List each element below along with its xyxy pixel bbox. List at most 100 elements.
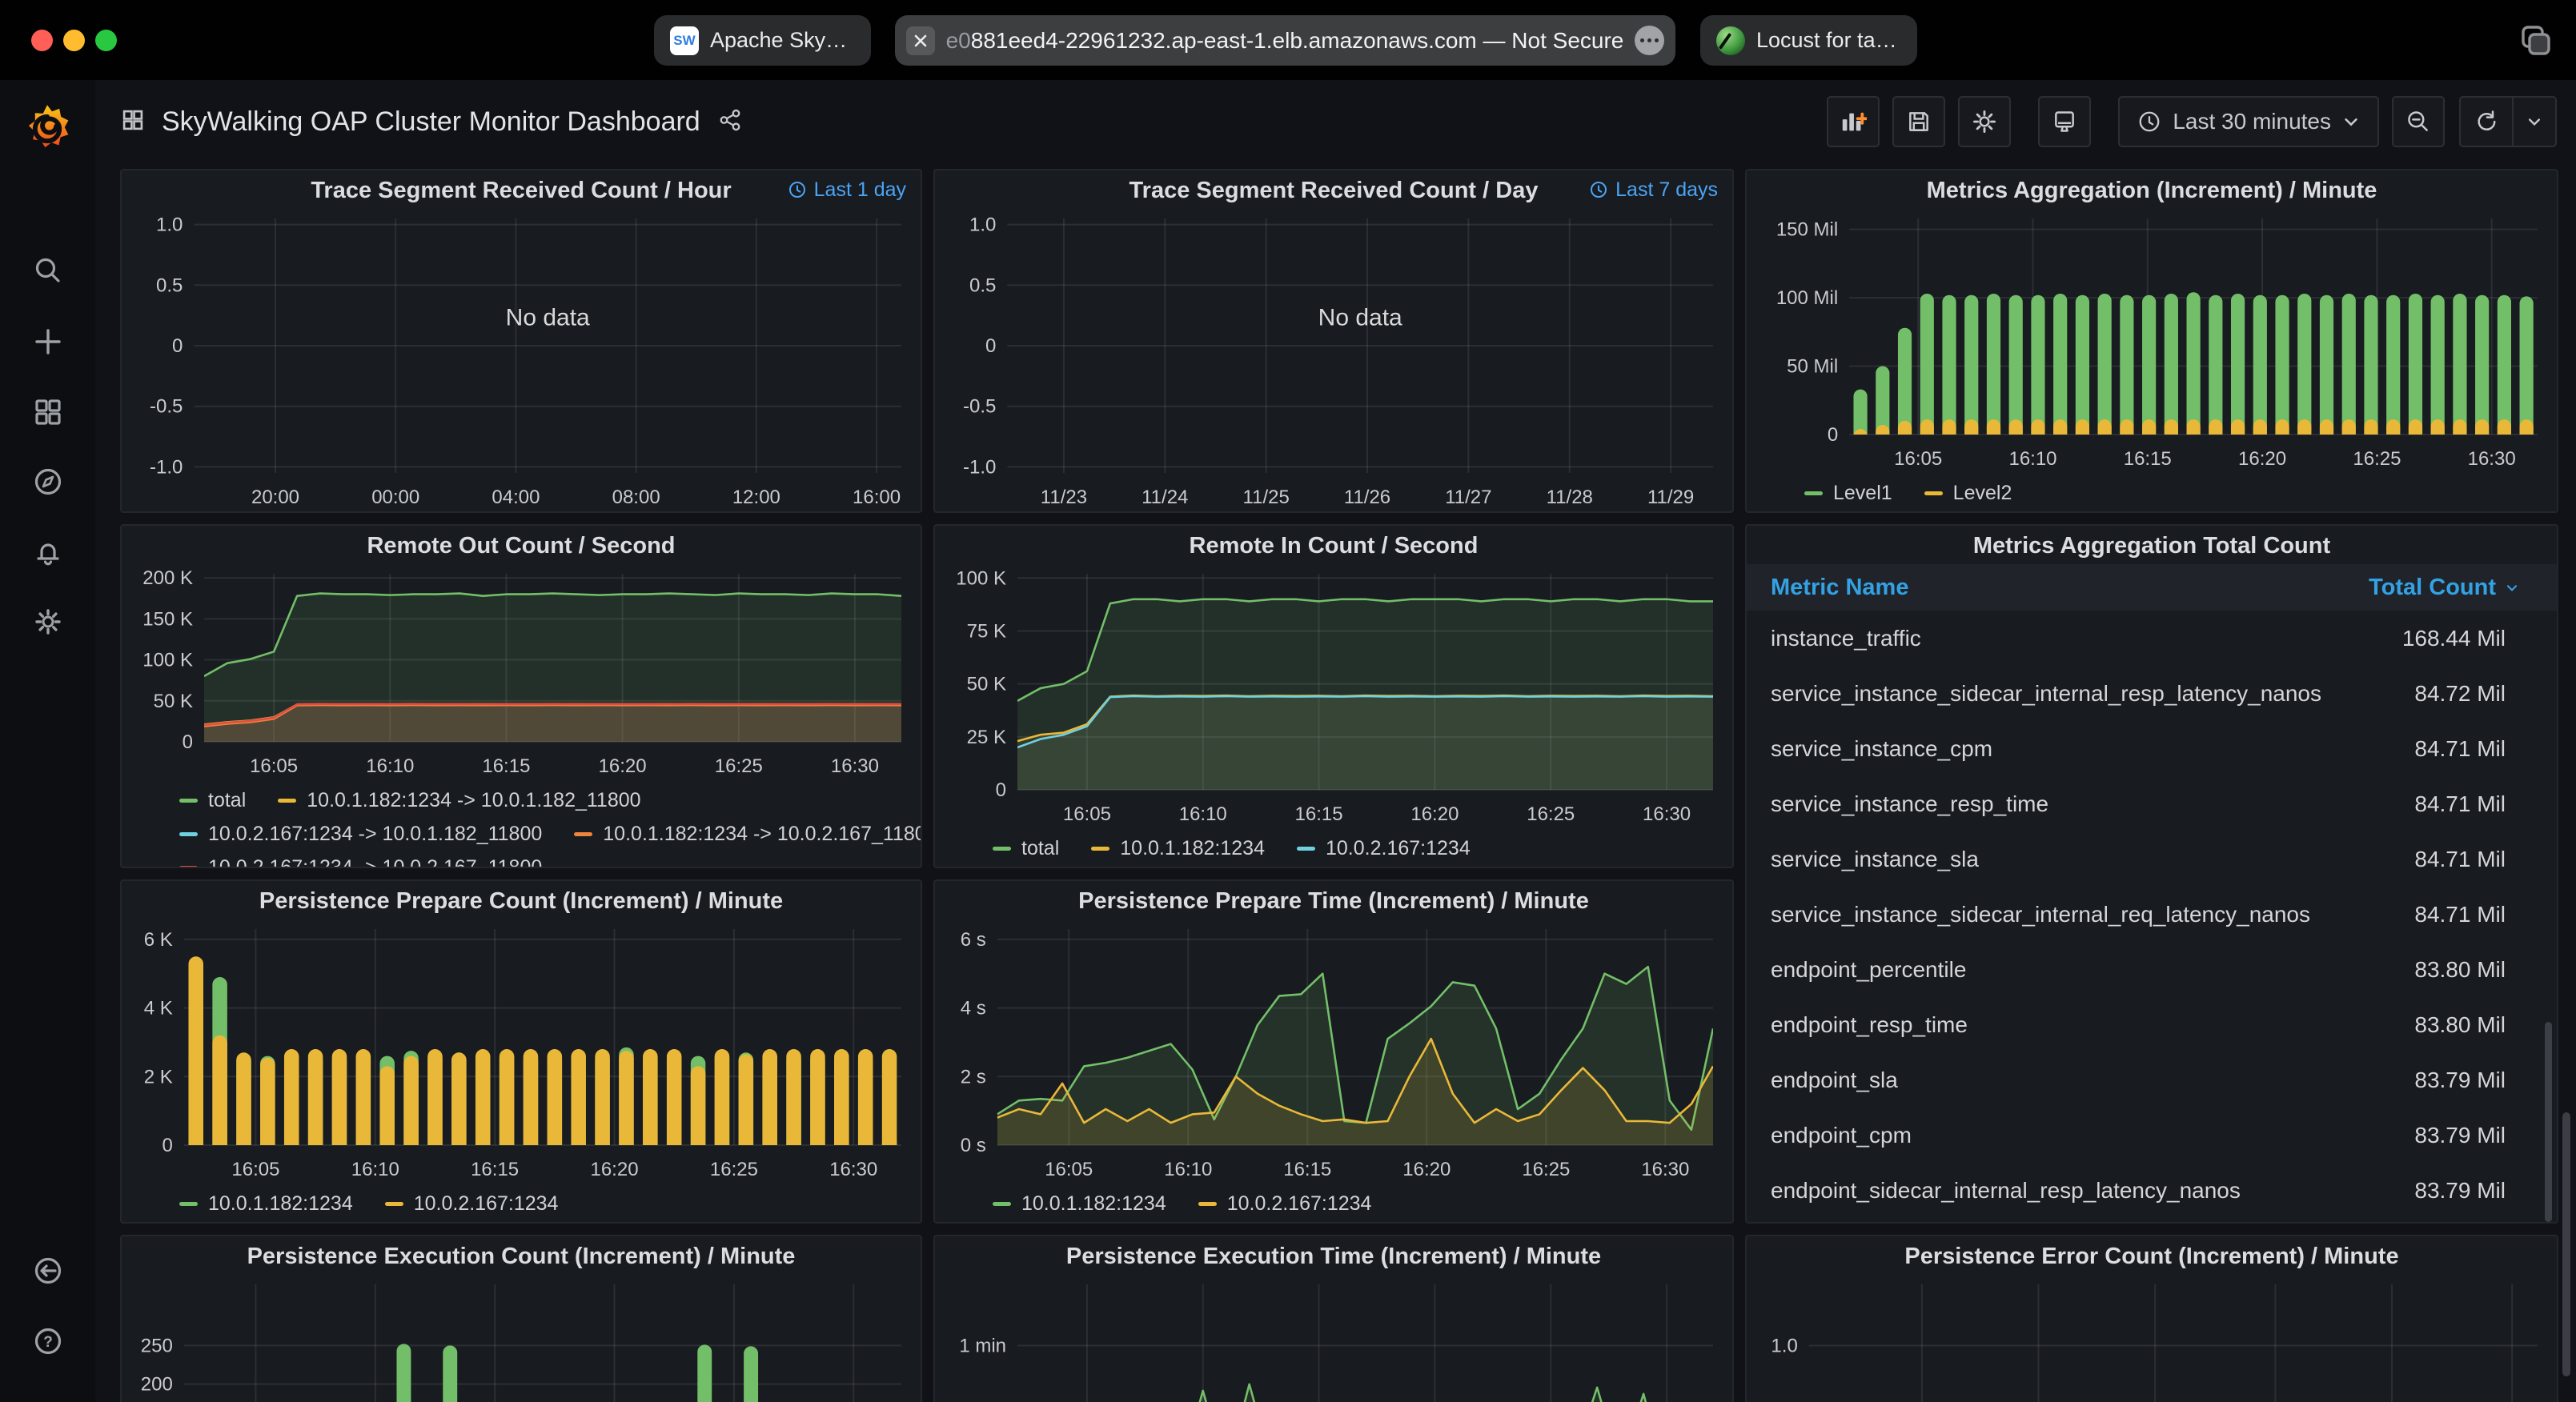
refresh-dashboard-button[interactable] bbox=[2461, 98, 2512, 146]
tab-active-dashboard[interactable]: e0881eed4-22961232.ap-east-1.elb.amazona… bbox=[895, 15, 1675, 66]
chart-legend: 10.0.1.182:1234 10.0.2.167:1234 bbox=[993, 1187, 1723, 1220]
panel-title[interactable]: Trace Segment Received Count / Hour Last… bbox=[122, 170, 921, 209]
legend-series-color bbox=[385, 1202, 403, 1206]
tab-locust[interactable]: Locust for tasks.py bbox=[1700, 15, 1917, 66]
legend-item[interactable]: Level1 bbox=[1804, 482, 1892, 505]
panel-metrics-aggregation: Metrics Aggregation (Increment) / Minute… bbox=[1745, 169, 2558, 513]
legend-item[interactable]: Level2 bbox=[1924, 482, 2012, 505]
sign-in-icon[interactable] bbox=[0, 1236, 95, 1306]
panel-title[interactable]: Remote In Count / Second bbox=[935, 526, 1732, 564]
panel-title[interactable]: Persistence Prepare Count (Increment) / … bbox=[122, 881, 921, 919]
alerting-bell-icon[interactable] bbox=[0, 517, 95, 587]
refresh-button-group bbox=[2459, 96, 2557, 147]
svg-text:16:30: 16:30 bbox=[2468, 448, 2516, 470]
bar-chart[interactable]: 16:0516:1016:1516:2016:2516:306 K4 K2 K0 bbox=[126, 919, 916, 1184]
time-series-chart[interactable]: 20:0000:0004:0008:0012:0016:001.00.50-0.… bbox=[126, 209, 916, 511]
grafana-logo[interactable] bbox=[21, 102, 74, 155]
panel-title[interactable]: Trace Segment Received Count / Day Last … bbox=[935, 170, 1732, 209]
legend-item[interactable]: 10.0.2.167:1234 bbox=[1198, 1192, 1372, 1216]
legend-item[interactable]: 10.0.2.167:1234 -> 10.0.2.167_11800 bbox=[179, 856, 542, 869]
legend-item[interactable]: 10.0.2.167:1234 bbox=[1297, 837, 1471, 860]
panel-title[interactable]: Remote Out Count / Second bbox=[122, 526, 921, 564]
tab-options-icon[interactable] bbox=[1635, 26, 1664, 55]
legend-item[interactable]: 10.0.2.167:1234 -> 10.0.1.182_11800 bbox=[179, 823, 542, 846]
explore-icon[interactable] bbox=[0, 447, 95, 517]
column-header-metric-name[interactable]: Metric Name bbox=[1747, 575, 1908, 601]
legend-item[interactable]: 10.0.1.182:1234 bbox=[179, 1192, 353, 1216]
time-series-chart[interactable]: 1 min40 s bbox=[940, 1275, 1727, 1402]
tab-apache-skywalking[interactable]: SW Apache SkyWalki... bbox=[654, 15, 871, 66]
table-row: endpoint_sla83.79 Mil bbox=[1747, 1052, 2557, 1108]
panel-title[interactable]: Persistence Prepare Time (Increment) / M… bbox=[935, 881, 1732, 919]
panel-title[interactable]: Persistence Error Count (Increment) / Mi… bbox=[1747, 1236, 2557, 1275]
locust-favicon bbox=[1716, 26, 1745, 55]
bar-chart[interactable]: 250200 bbox=[126, 1275, 916, 1402]
configuration-gear-icon[interactable] bbox=[0, 587, 95, 657]
legend-item[interactable]: 10.0.1.182:1234 -> 10.0.1.182_11800 bbox=[278, 789, 640, 812]
dashboard-title[interactable]: SkyWalking OAP Cluster Monitor Dashboard bbox=[162, 106, 700, 138]
legend-series-label: 10.0.1.182:1234 -> 10.0.1.182_11800 bbox=[307, 789, 640, 812]
time-series-chart[interactable]: 16:0516:1016:1516:2016:2516:306 s4 s2 s0… bbox=[940, 919, 1727, 1184]
search-icon[interactable] bbox=[0, 235, 95, 306]
svg-text:16:25: 16:25 bbox=[2353, 448, 2401, 470]
table-row: service_instance_cpm84.71 Mil bbox=[1747, 721, 2557, 776]
panel-title[interactable]: Metrics Aggregation Total Count bbox=[1747, 526, 2557, 564]
legend-item[interactable]: total bbox=[993, 837, 1059, 860]
table-row: service_instance_sidecar_internal_req_la… bbox=[1747, 887, 2557, 942]
legend-series-label: 10.0.2.167:1234 bbox=[1227, 1192, 1372, 1216]
legend-row: 10.0.1.182:1234 10.0.2.167:1234 bbox=[179, 1187, 911, 1220]
legend-series-color bbox=[1804, 491, 1823, 495]
help-icon[interactable]: ? bbox=[0, 1306, 95, 1376]
svg-text:16:25: 16:25 bbox=[1527, 803, 1575, 825]
legend-series-color bbox=[1198, 1202, 1217, 1206]
legend-item[interactable]: 10.0.1.182:1234 -> 10.0.2.167_11800 bbox=[574, 823, 922, 846]
close-window-button[interactable] bbox=[31, 30, 53, 51]
legend-series-label: 10.0.1.182:1234 bbox=[1021, 1192, 1166, 1216]
add-panel-button[interactable] bbox=[1827, 96, 1880, 147]
dashboard-navbar: SkyWalking OAP Cluster Monitor Dashboard bbox=[95, 80, 2576, 164]
svg-text:16:20: 16:20 bbox=[1402, 1159, 1451, 1180]
panel-title[interactable]: Metrics Aggregation (Increment) / Minute bbox=[1747, 170, 2557, 209]
zoom-out-time-button[interactable] bbox=[2392, 96, 2445, 147]
panel-time-override-badge[interactable]: Last 1 day bbox=[788, 170, 906, 209]
table-scrollbar[interactable] bbox=[2545, 1022, 2552, 1222]
legend-series-label: Level2 bbox=[1953, 482, 2012, 505]
panel-title[interactable]: Persistence Execution Count (Increment) … bbox=[122, 1236, 921, 1275]
refresh-interval-dropdown[interactable] bbox=[2512, 98, 2555, 146]
time-series-chart[interactable]: 11/2311/2411/2511/2611/2711/2811/291.00.… bbox=[940, 209, 1727, 511]
time-series-chart[interactable]: 1.00.5 bbox=[1751, 1275, 2552, 1402]
panel-persistence-execution-count: Persistence Execution Count (Increment) … bbox=[120, 1235, 922, 1402]
save-dashboard-button[interactable] bbox=[1892, 96, 1945, 147]
column-header-total-count[interactable]: Total Count bbox=[2369, 575, 2557, 601]
time-series-chart[interactable]: 16:0516:1016:1516:2016:2516:30100 K75 K5… bbox=[940, 564, 1727, 828]
panel-time-override-badge[interactable]: Last 7 days bbox=[1589, 170, 1718, 209]
legend-item[interactable]: 10.0.1.182:1234 bbox=[993, 1192, 1166, 1216]
svg-text:0: 0 bbox=[162, 1135, 172, 1156]
bar-chart[interactable]: 16:0516:1016:1516:2016:2516:30150 Mil100… bbox=[1751, 209, 2552, 473]
svg-text:1.0: 1.0 bbox=[1771, 1336, 1797, 1357]
dashboards-icon[interactable] bbox=[0, 377, 95, 447]
dashboard-settings-button[interactable] bbox=[1958, 96, 2011, 147]
page-scrollbar[interactable] bbox=[2562, 1112, 2570, 1376]
zoom-window-button[interactable] bbox=[95, 30, 117, 51]
minimize-window-button[interactable] bbox=[63, 30, 85, 51]
legend-item[interactable]: 10.0.1.182:1234 bbox=[1091, 837, 1265, 860]
cycle-view-mode-button[interactable] bbox=[2038, 96, 2091, 147]
panel-title[interactable]: Persistence Execution Time (Increment) /… bbox=[935, 1236, 1732, 1275]
tab-overview-icon[interactable] bbox=[2518, 24, 2554, 58]
panel-trace-segment-day: Trace Segment Received Count / Day Last … bbox=[933, 169, 1734, 513]
close-tab-icon[interactable] bbox=[906, 26, 935, 55]
svg-text:2 K: 2 K bbox=[144, 1066, 173, 1088]
table-row: service_instance_sidecar_internal_resp_l… bbox=[1747, 666, 2557, 721]
share-dashboard-icon[interactable] bbox=[718, 108, 742, 136]
create-icon[interactable] bbox=[0, 306, 95, 377]
time-range-picker[interactable]: Last 30 minutes bbox=[2118, 96, 2379, 147]
svg-text:11/23: 11/23 bbox=[1041, 487, 1087, 508]
time-series-chart[interactable]: 16:0516:1016:1516:2016:2516:30200 K150 K… bbox=[126, 564, 916, 780]
legend-row: total 10.0.1.182:1234 10.0.2.167:1234 bbox=[993, 831, 1723, 865]
legend-item[interactable]: 10.0.2.167:1234 bbox=[385, 1192, 559, 1216]
svg-text:16:20: 16:20 bbox=[599, 755, 647, 777]
legend-item[interactable]: total bbox=[179, 789, 246, 812]
metric-name-cell: service_instance_sla bbox=[1747, 847, 1979, 872]
svg-text:04:00: 04:00 bbox=[492, 487, 540, 508]
